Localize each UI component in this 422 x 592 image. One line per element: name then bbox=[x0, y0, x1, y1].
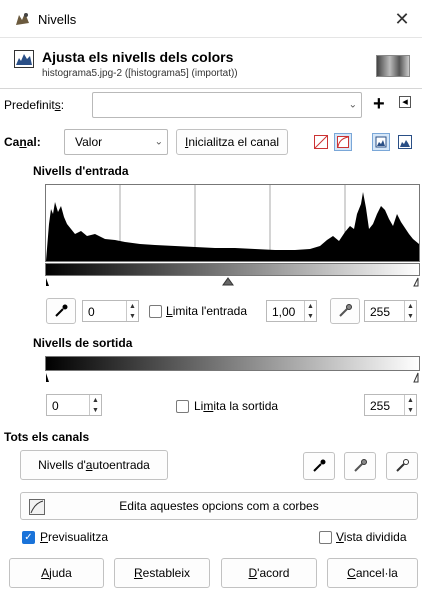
help-button[interactable]: Ajuda bbox=[9, 558, 104, 588]
reset-button[interactable]: Restableix bbox=[114, 558, 210, 588]
gimp-app-icon bbox=[16, 13, 29, 25]
input-high-spinner[interactable]: 255 ▲ ▼ bbox=[364, 300, 417, 322]
spinner-arrows-icon[interactable]: ▲ ▼ bbox=[404, 301, 416, 321]
channel-combo[interactable]: Valor ⌄ bbox=[64, 129, 168, 155]
input-histogram[interactable] bbox=[45, 184, 420, 292]
channel-label: Canal: bbox=[4, 135, 41, 149]
spinner-arrows-icon[interactable]: ▲ ▼ bbox=[126, 301, 138, 321]
title-bar: Nivells ✕ bbox=[0, 0, 422, 38]
eyedropper-icon bbox=[339, 304, 352, 317]
pick-black-button[interactable] bbox=[303, 452, 335, 480]
close-icon: ✕ bbox=[394, 8, 410, 29]
spinner-arrows-icon[interactable]: ▲ ▼ bbox=[404, 395, 416, 415]
clamp-input-checkbox[interactable] bbox=[149, 305, 162, 318]
histogram-view-icon[interactable] bbox=[372, 133, 390, 151]
spinner-arrows-icon[interactable]: ▲ ▼ bbox=[304, 301, 316, 321]
all-channels-title: Tots els canals bbox=[4, 430, 90, 444]
chevron-down-icon: ⌄ bbox=[348, 99, 357, 111]
eyedropper-icon bbox=[396, 459, 409, 472]
close-button[interactable]: ✕ bbox=[382, 0, 422, 38]
preview-label: Previsualitza bbox=[40, 530, 109, 544]
output-low-spinner[interactable]: 0 ▲ ▼ bbox=[46, 394, 102, 416]
log-histogram-icon[interactable] bbox=[334, 133, 352, 151]
pick-gray-button[interactable] bbox=[344, 452, 376, 480]
divider bbox=[0, 88, 422, 89]
reset-channel-button[interactable]: Inicialitza el canal bbox=[176, 129, 288, 155]
linear-histogram-icon[interactable] bbox=[314, 135, 328, 149]
dialog-header: Ajusta els nivells dels colors histogram… bbox=[0, 40, 422, 86]
histogram-alt-icon[interactable] bbox=[398, 135, 412, 149]
edit-as-curves-label: Edita aquestes opcions com a corbes bbox=[119, 499, 319, 513]
add-preset-icon[interactable]: + bbox=[373, 93, 385, 116]
split-view-label: Vista dividida bbox=[336, 530, 407, 544]
eyedropper-icon bbox=[55, 304, 68, 317]
output-gradient-slider[interactable] bbox=[45, 356, 420, 386]
input-low-spinner[interactable]: 0 ▲ ▼ bbox=[82, 300, 139, 322]
levels-icon bbox=[14, 50, 34, 68]
image-name: histograma5.jpg-2 ([histograma5] (import… bbox=[42, 68, 238, 79]
output-levels-title: Nivells de sortida bbox=[33, 336, 133, 350]
clamp-output-label: Limita la sortida bbox=[194, 399, 279, 413]
cancel-button[interactable]: Cancel·la bbox=[327, 558, 418, 588]
presets-combo[interactable]: ⌄ bbox=[92, 92, 362, 118]
gray-point-picker[interactable] bbox=[330, 298, 360, 324]
preview-checkbox[interactable]: ✓ bbox=[22, 531, 35, 544]
channel-value: Valor bbox=[75, 135, 103, 149]
spinner-arrows-icon[interactable]: ▲ ▼ bbox=[89, 395, 101, 415]
presets-label: Predefinits: bbox=[4, 98, 65, 112]
black-point-picker[interactable] bbox=[46, 298, 76, 324]
output-high-spinner[interactable]: 255 ▲ ▼ bbox=[364, 394, 417, 416]
window-title: Nivells bbox=[38, 12, 77, 27]
auto-input-levels-button[interactable]: Nivells d' a utoentrada bbox=[20, 450, 168, 480]
presets-menu-icon[interactable]: ◂ bbox=[399, 96, 411, 108]
clamp-input-label: Limita l'entrada bbox=[166, 304, 248, 318]
gamma-spinner[interactable]: 1,00 ▲ ▼ bbox=[266, 300, 317, 322]
eyedropper-icon bbox=[354, 459, 367, 472]
pick-white-button[interactable] bbox=[386, 452, 418, 480]
edit-as-curves-button[interactable]: Edita aquestes opcions com a corbes bbox=[20, 492, 418, 520]
split-view-checkbox[interactable] bbox=[319, 531, 332, 544]
clamp-output-checkbox[interactable] bbox=[176, 400, 189, 413]
input-levels-title: Nivells d'entrada bbox=[33, 164, 129, 178]
chevron-down-icon: ⌄ bbox=[154, 136, 163, 148]
curves-icon bbox=[29, 499, 45, 515]
eyedropper-icon bbox=[313, 459, 326, 472]
dialog-title: Ajusta els nivells dels colors bbox=[42, 49, 234, 65]
image-thumbnail bbox=[376, 55, 410, 77]
ok-button[interactable]: D'acord bbox=[221, 558, 317, 588]
